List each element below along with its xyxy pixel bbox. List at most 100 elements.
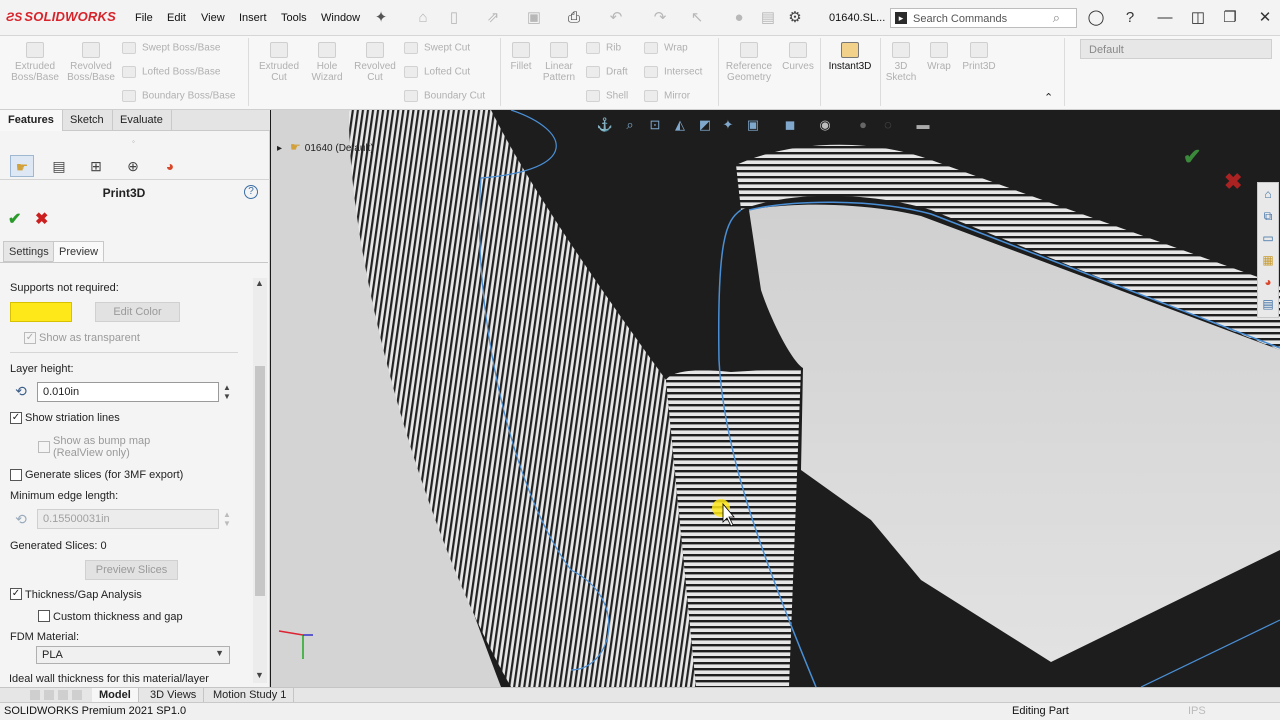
previous-view-icon[interactable]: ◭ <box>671 116 689 134</box>
layer-height-input[interactable]: 0.010in <box>37 382 219 402</box>
scroll-down-icon[interactable]: ▼ <box>255 670 264 680</box>
extruded-boss-button[interactable]: Extruded Boss/Base <box>8 42 62 83</box>
curves-button[interactable]: Curves <box>778 42 818 72</box>
view-orientation-icon[interactable]: ⚓ <box>596 116 614 134</box>
solidworks-logo[interactable]: ƧS SOLIDWORKS <box>6 9 116 24</box>
last-tab-icon[interactable] <box>72 690 82 700</box>
section-view-icon[interactable]: ◩ <box>696 116 714 134</box>
feature-tree-root[interactable]: ▸ ☛ 01640 (Default) <box>277 140 374 154</box>
resources-home-icon[interactable]: ⌂ <box>1258 183 1278 205</box>
close-icon[interactable]: ✕ <box>1255 8 1275 28</box>
help-icon[interactable]: ? <box>1120 8 1140 28</box>
tab-settings[interactable]: Settings <box>3 241 55 262</box>
tab-evaluate[interactable]: Evaluate <box>112 110 172 131</box>
rib-button[interactable]: Rib <box>586 42 621 54</box>
revolved-boss-button[interactable]: Revolved Boss/Base <box>64 42 118 83</box>
lofted-boss-button[interactable]: Lofted Boss/Base <box>122 66 220 78</box>
undo-icon[interactable]: ↶ <box>607 9 625 27</box>
feature-manager-icon[interactable]: ☛ <box>10 155 34 177</box>
swept-cut-button[interactable]: Swept Cut <box>404 42 470 54</box>
panel-scrollbar[interactable]: ▲ ▼ <box>253 278 267 683</box>
apply-scene-icon[interactable]: ◌ <box>879 116 897 134</box>
account-icon[interactable]: ◯ <box>1086 8 1106 28</box>
show-striation-checkbox[interactable]: ✓ <box>10 412 22 424</box>
layer-height-spinner[interactable]: ▲ ▼ <box>223 383 231 401</box>
wrap-button[interactable]: Wrap <box>922 42 956 72</box>
edit-color-button[interactable]: Edit Color <box>95 302 180 322</box>
tab-sketch[interactable]: Sketch <box>62 110 113 131</box>
confirm-corner-cancel[interactable]: ✖ <box>1224 169 1242 195</box>
reference-geometry-button[interactable]: Reference Geometry <box>722 42 776 83</box>
print3d-button[interactable]: Print3D <box>958 42 1000 72</box>
support-color-swatch[interactable] <box>10 302 72 322</box>
hole-wizard-button[interactable]: Hole Wizard <box>302 42 352 83</box>
menu-window[interactable]: Window <box>321 12 360 24</box>
appearances-icon[interactable]: ◕ <box>1258 271 1278 293</box>
fdm-material-select[interactable]: PLA ▼ <box>36 646 230 664</box>
generate-slices-checkbox[interactable] <box>10 469 22 481</box>
file-properties-icon[interactable]: ▤ <box>759 9 777 27</box>
tab-model[interactable]: Model <box>92 688 139 702</box>
menu-file[interactable]: File <box>135 12 153 24</box>
search-commands-field[interactable]: ▸ Search Commands ⌕ <box>890 8 1077 28</box>
units-indicator[interactable]: IPS <box>1188 705 1206 717</box>
scroll-up-icon[interactable]: ▲ <box>255 278 264 288</box>
3d-sketch-button[interactable]: 3D Sketch <box>884 42 918 83</box>
view-palette-icon[interactable]: ▦ <box>1258 249 1278 271</box>
zoom-area-icon[interactable]: ⊡ <box>646 116 664 134</box>
restore-icon[interactable]: ❐ <box>1220 8 1240 28</box>
boundary-cut-button[interactable]: Boundary Cut <box>404 90 485 102</box>
minimize-icon[interactable]: — <box>1155 8 1175 28</box>
menu-edit[interactable]: Edit <box>167 12 186 24</box>
zoom-to-fit-icon[interactable]: ⌕ <box>621 116 639 134</box>
min-edge-input[interactable]: 0.15500031in <box>37 509 219 529</box>
instant3d-button[interactable]: Instant3D <box>824 42 876 72</box>
view-orient-icon[interactable]: ▣ <box>744 116 762 134</box>
thickness-gap-checkbox[interactable]: ✓ <box>10 588 22 600</box>
custom-thickness-checkbox[interactable] <box>38 610 50 622</box>
extruded-cut-button[interactable]: Extruded Cut <box>252 42 306 83</box>
configuration-dropdown[interactable]: Default <box>1080 39 1272 59</box>
print-icon[interactable]: ⎙ <box>565 9 583 27</box>
graphics-area[interactable]: ⚓ ⌕ ⊡ ◭ ◩ ✦ ▣ ◼ ◉ ● ◌ ▬ ▸ ☛ 01640 (Default… <box>271 110 1280 687</box>
first-tab-icon[interactable] <box>30 690 40 700</box>
tile-icon[interactable]: ◫ <box>1188 8 1208 28</box>
pin-icon[interactable]: ✦ <box>372 9 390 27</box>
intersect-button[interactable]: Intersect <box>644 66 702 78</box>
linear-pattern-button[interactable]: Linear Pattern <box>538 42 580 83</box>
collapse-ribbon-icon[interactable]: ⌃ <box>1044 91 1053 104</box>
expand-arrow-icon[interactable]: ▸ <box>277 143 282 154</box>
cancel-x-button[interactable]: ✖ <box>35 209 48 229</box>
ok-check-button[interactable]: ✔ <box>8 209 21 229</box>
redo-icon[interactable]: ↷ <box>651 9 669 27</box>
custom-properties-icon[interactable]: ▤ <box>1258 293 1278 315</box>
display-style-icon[interactable]: ◼ <box>781 116 799 134</box>
next-tab-icon[interactable] <box>58 690 68 700</box>
rebuild-icon[interactable]: ● <box>730 9 748 27</box>
property-manager-icon[interactable]: ▤ <box>47 155 71 177</box>
draft-button[interactable]: Draft <box>586 66 628 78</box>
scrollbar-thumb[interactable] <box>255 366 265 596</box>
hide-show-icon[interactable]: ◉ <box>816 116 834 134</box>
bump-map-checkbox[interactable] <box>38 441 50 453</box>
help-icon[interactable]: ? <box>244 185 258 199</box>
design-library-icon[interactable]: ⧉ <box>1258 205 1278 227</box>
lofted-cut-button[interactable]: Lofted Cut <box>404 66 470 78</box>
menu-tools[interactable]: Tools <box>281 12 307 24</box>
dimxpert-icon[interactable]: ⊕ <box>121 155 145 177</box>
view-settings-icon[interactable]: ▬ <box>914 116 932 134</box>
dynamic-annotation-icon[interactable]: ✦ <box>719 116 737 134</box>
home-icon[interactable]: ⌂ <box>414 9 432 27</box>
tab-3d-views[interactable]: 3D Views <box>143 688 205 702</box>
mirror-button[interactable]: Mirror <box>644 90 690 102</box>
display-manager-icon[interactable]: ◕ <box>158 155 182 177</box>
swept-boss-button[interactable]: Swept Boss/Base <box>122 42 220 54</box>
splitter-handle[interactable]: ◦ <box>132 137 135 146</box>
configuration-manager-icon[interactable]: ⊞ <box>84 155 108 177</box>
save-icon[interactable]: ▣ <box>525 9 543 27</box>
file-explorer-icon[interactable]: ▭ <box>1258 227 1278 249</box>
tab-preview[interactable]: Preview <box>53 241 105 262</box>
boundary-boss-button[interactable]: Boundary Boss/Base <box>122 90 235 102</box>
fillet-button[interactable]: Fillet <box>504 42 538 72</box>
tab-motion-study[interactable]: Motion Study 1 <box>206 688 295 702</box>
